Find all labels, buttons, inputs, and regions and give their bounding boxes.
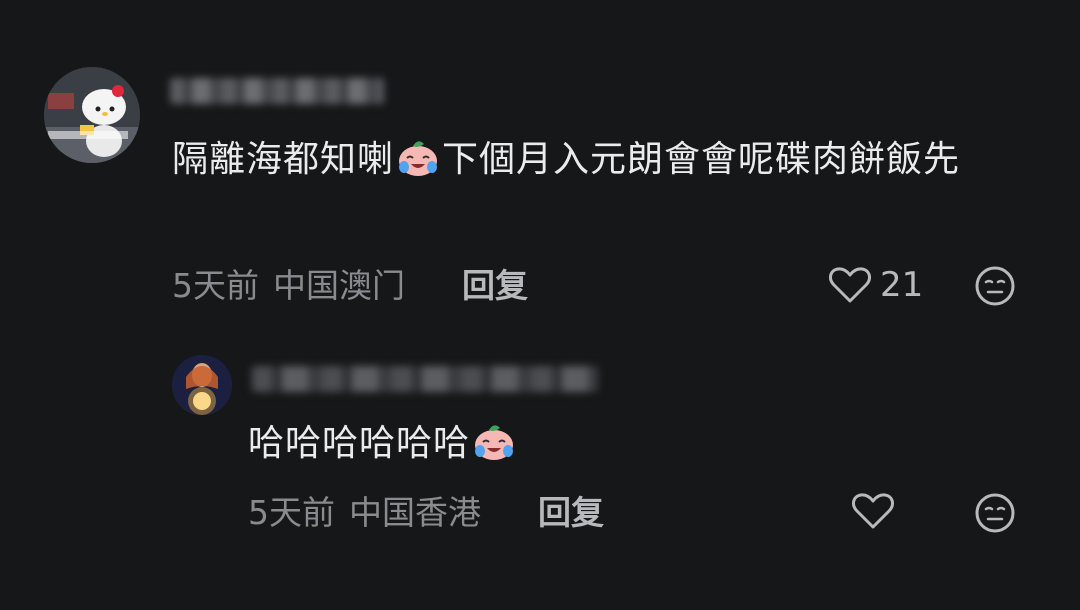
comment-time: 5天前 — [172, 266, 259, 305]
like-button[interactable]: 21 — [828, 265, 923, 305]
comment-location: 中国澳门 — [273, 266, 405, 305]
neutral-face-icon[interactable] — [974, 265, 1016, 307]
crying-laughing-peach-emoji-icon — [396, 137, 440, 177]
replier-avatar[interactable] — [172, 355, 232, 415]
comment-text-part-1: 隔離海都知喇 — [172, 139, 395, 180]
heart-icon[interactable] — [828, 265, 872, 305]
reply-location: 中国香港 — [349, 493, 481, 532]
reply-button[interactable]: 回复 — [538, 493, 604, 533]
comment-thread: 隔離海都知喇 下個月入元朗會會呢碟肉餅飯先 5天前 中国澳门 回复 21 哈哈哈哈哈… — [0, 0, 1080, 610]
comment-body: 隔離海都知喇 下個月入元朗會會呢碟肉餅飯先 — [172, 134, 1032, 186]
reply-meta: 5天前 中国香港 — [248, 493, 481, 533]
comment-meta: 5天前 中国澳门 — [172, 266, 405, 306]
neutral-face-icon[interactable] — [974, 492, 1016, 534]
commenter-avatar[interactable] — [44, 67, 140, 163]
hello-kitty-avatar-icon — [44, 67, 140, 163]
reply-body: 哈哈哈哈哈哈 — [248, 418, 948, 470]
username-blurred[interactable] — [170, 78, 384, 104]
like-button[interactable] — [851, 491, 895, 531]
comment-text-part-2: 下個月入元朗會會呢碟肉餅飯先 — [442, 139, 961, 180]
username-blurred[interactable] — [252, 366, 598, 392]
glowing-orb-avatar-icon — [172, 355, 232, 415]
reply-text: 哈哈哈哈哈哈 — [248, 423, 471, 464]
heart-icon[interactable] — [851, 491, 895, 531]
reply-time: 5天前 — [248, 493, 335, 532]
crying-laughing-peach-emoji-icon — [472, 421, 516, 461]
reply-button[interactable]: 回复 — [462, 266, 528, 306]
like-count: 21 — [880, 265, 924, 305]
